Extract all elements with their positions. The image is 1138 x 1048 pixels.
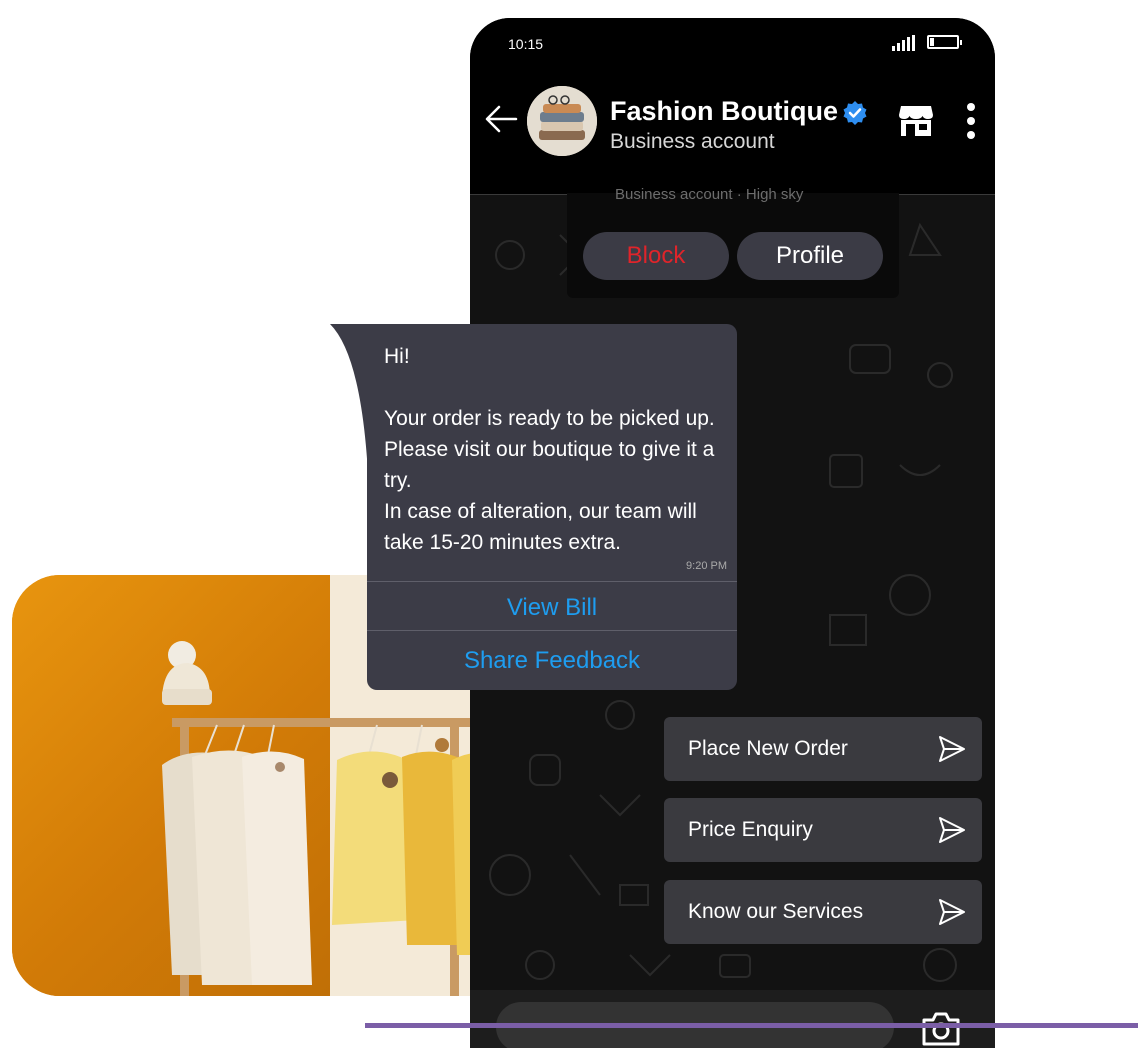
quick-reply-label: Place New Order [688,737,848,760]
divider-line [365,1023,1138,1028]
send-icon [939,899,965,925]
avatar[interactable] [527,86,597,156]
battery-icon [927,35,962,49]
profile-button[interactable]: Profile [737,232,883,280]
message-time: 9:20 PM [686,560,727,572]
contact-name: Fashion Boutique [610,96,838,126]
quick-reply-place-new-order[interactable]: Place New Order [664,717,982,781]
bubble-tail [330,324,370,549]
contact-subtitle: Business account [610,130,775,153]
status-time: 10:15 [508,36,544,52]
chat-header: Fashion Boutique Business account [470,70,995,195]
popup-faded-text: Business account · High sky [615,186,804,203]
block-button[interactable]: Block [583,232,729,280]
camera-icon[interactable] [920,1010,962,1046]
share-feedback-button[interactable]: Share Feedback [367,630,737,690]
quick-reply-price-enquiry[interactable]: Price Enquiry [664,798,982,862]
more-vertical-icon[interactable] [966,102,976,140]
back-arrow-icon[interactable] [484,104,518,134]
message-input-bar [470,990,995,1048]
verified-badge-icon [843,101,867,125]
store-icon[interactable] [898,102,934,138]
view-bill-button[interactable]: View Bill [367,581,737,635]
signal-icon [892,35,915,51]
profile-popup-card: Business account · High sky Block Profil… [567,186,899,298]
quick-reply-label: Know our Services [688,900,864,923]
send-icon [939,817,965,843]
status-bar: 10:15 [470,18,995,70]
message-bubble: Hi! Your order is ready to be picked up.… [367,324,737,690]
quick-reply-know-our-services[interactable]: Know our Services [664,880,982,944]
send-icon [939,736,965,762]
quick-reply-label: Price Enquiry [688,818,813,841]
message-text: Hi! Your order is ready to be picked up.… [384,345,715,554]
